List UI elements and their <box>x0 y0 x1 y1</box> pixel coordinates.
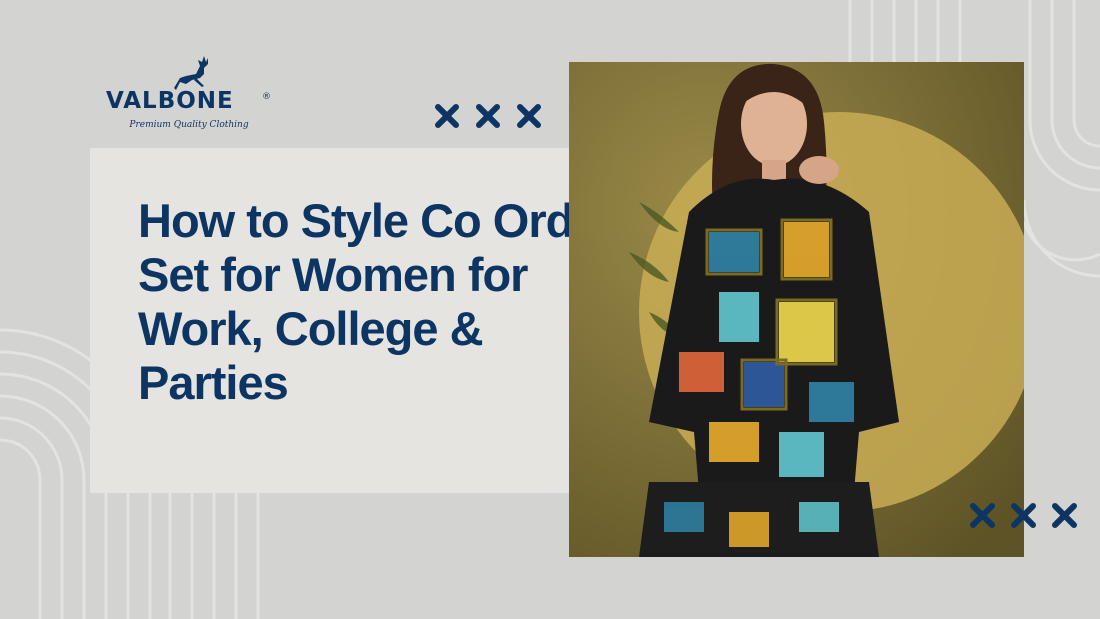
x-mark-icon <box>970 503 995 528</box>
x-mark-group-top <box>434 103 546 129</box>
model-photo <box>569 62 1024 557</box>
deer-icon <box>174 56 208 90</box>
registered-mark: ® <box>262 92 271 102</box>
headline-panel: How to Style Co Ord Set for Women for Wo… <box>90 148 645 493</box>
brand-logo[interactable]: VALBONE ® Premium Quality Clothing <box>100 52 280 136</box>
x-mark-icon <box>476 104 500 128</box>
x-mark-group-bottom <box>968 501 1080 529</box>
brand-tagline: Premium Quality Clothing <box>129 120 249 130</box>
brand-name: VALBONE <box>106 88 234 114</box>
x-mark-icon <box>1052 503 1077 528</box>
x-mark-icon <box>517 104 541 128</box>
x-mark-icon <box>1011 503 1036 528</box>
page-title: How to Style Co Ord Set for Women for Wo… <box>138 194 574 409</box>
x-mark-icon <box>435 104 459 128</box>
